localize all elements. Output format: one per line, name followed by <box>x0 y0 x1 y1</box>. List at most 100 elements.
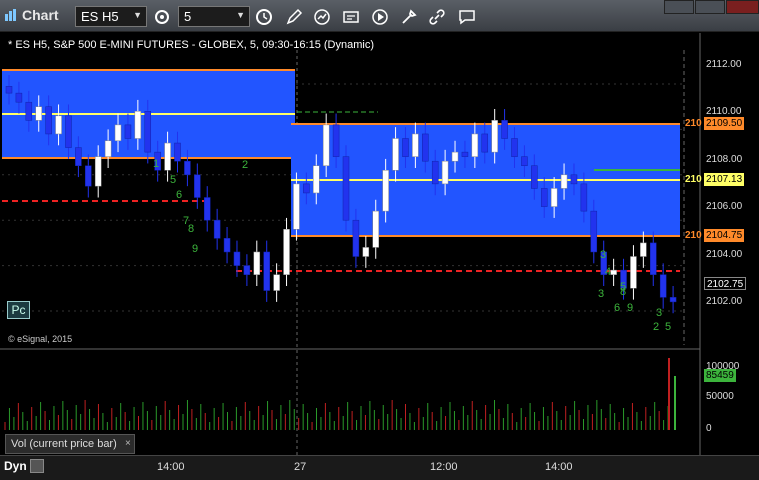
count-label: 8 <box>188 223 194 235</box>
candle-body <box>332 124 340 157</box>
volume-tick: 0 <box>706 423 712 434</box>
count-label: 1 <box>153 158 159 170</box>
upper-band-tag: 2109.50 <box>704 117 745 130</box>
price-tick: 2110.00 <box>706 106 742 117</box>
count-label: 6 <box>176 189 182 201</box>
candle-body <box>263 251 270 291</box>
lower-band-tag: 2104.75 <box>704 229 745 242</box>
last-price-tag: 2102.75 <box>704 277 747 290</box>
chart-app-icon <box>5 9 16 21</box>
candle-body <box>669 297 677 303</box>
candle-body <box>5 86 13 94</box>
close-icon[interactable]: × <box>125 438 131 449</box>
count-label: 8 <box>620 286 626 298</box>
candle-body <box>114 124 122 142</box>
candle-body <box>650 242 657 275</box>
candle-body <box>392 138 399 171</box>
interval-value: 5 <box>184 9 192 24</box>
symbol-combo[interactable]: ES H5 ▼ <box>75 6 147 27</box>
candle-body <box>243 265 251 275</box>
candle-body <box>144 111 152 153</box>
candle-body <box>590 210 598 253</box>
count-label: 3 <box>600 249 606 261</box>
candle-body <box>174 142 181 162</box>
candle-body <box>213 219 221 239</box>
candle-body <box>194 174 201 198</box>
candle-body <box>55 115 62 135</box>
candle-body <box>104 140 112 157</box>
candle-body <box>531 165 538 189</box>
pc-button[interactable]: Pc <box>7 301 30 319</box>
settings-icon[interactable] <box>151 6 173 27</box>
play-icon[interactable] <box>369 6 391 27</box>
candle-body <box>253 251 261 275</box>
volume-study-label[interactable]: Vol (current price bar) <box>5 434 135 454</box>
candle-body <box>659 274 667 298</box>
lock-icon[interactable] <box>30 459 44 473</box>
candle-body <box>124 124 132 139</box>
candle-body <box>85 165 92 187</box>
chevron-down-icon[interactable]: ▼ <box>133 10 142 20</box>
chevron-down-icon[interactable]: ▼ <box>236 10 245 20</box>
candle-body <box>451 151 459 162</box>
candle-body <box>570 174 578 185</box>
clock-icon[interactable] <box>253 6 275 27</box>
candle-body <box>560 174 568 189</box>
candle-body <box>501 120 508 139</box>
title-bar: Chart ES H5 ▼ 5 ▼ <box>0 0 759 32</box>
time-tick: 14:00 <box>157 461 185 473</box>
candle-body <box>15 92 23 103</box>
count-label: 2 <box>242 159 248 171</box>
count-label: 2 <box>653 321 659 333</box>
count-label: 3 <box>598 288 604 300</box>
count-label: 6 <box>614 302 620 314</box>
minimize-button[interactable] <box>695 0 725 14</box>
window-menu-button[interactable] <box>664 0 694 14</box>
refresh-icon[interactable] <box>311 6 333 27</box>
dynamic-label[interactable]: Dyn <box>4 459 27 473</box>
candle-body <box>184 160 191 176</box>
candle-body <box>630 256 637 289</box>
comment-icon[interactable] <box>456 6 478 27</box>
candle-body <box>75 147 82 166</box>
mid-prefix-label: 210 <box>685 174 702 185</box>
candle-body <box>203 197 211 221</box>
price-tick: 2112.00 <box>706 59 742 70</box>
candle-body <box>293 183 300 230</box>
candle-body <box>35 106 42 121</box>
candle-body <box>481 133 489 153</box>
candle-body <box>223 238 231 253</box>
candle-body <box>342 156 350 221</box>
count-label: 5 <box>665 321 671 333</box>
count-label: 5 <box>170 174 176 186</box>
volume-tag: 85459 <box>704 369 736 382</box>
time-tick: 14:00 <box>545 461 573 473</box>
candle-body <box>540 188 548 207</box>
candle-body <box>164 142 171 171</box>
count-label: 9 <box>192 243 198 255</box>
candle-body <box>303 183 310 194</box>
price-chart[interactable]: 15678923456 92 533 8 <box>0 33 759 455</box>
close-button[interactable] <box>726 0 759 14</box>
pencil-icon[interactable] <box>283 6 305 27</box>
candle-body <box>372 210 379 248</box>
mid-tag: 2107.13 <box>704 173 745 186</box>
time-axis-bar <box>0 455 759 480</box>
time-tick: 27 <box>294 461 307 473</box>
template-icon[interactable] <box>340 6 362 27</box>
price-tick: 2106.00 <box>706 201 743 212</box>
tools-icon[interactable] <box>398 6 420 27</box>
count-label: 9 <box>627 302 633 314</box>
interval-combo[interactable]: 5 ▼ <box>178 6 250 27</box>
candle-body <box>352 219 360 257</box>
candle-body <box>441 160 449 185</box>
link-icon[interactable] <box>426 6 448 27</box>
candle-body <box>322 124 330 166</box>
candle-body <box>610 269 617 275</box>
band-prefix-label: 210 <box>685 118 702 129</box>
candle-body <box>283 229 290 275</box>
candle-body <box>412 133 419 157</box>
candle-body <box>422 133 429 162</box>
time-tick: 12:00 <box>430 461 458 473</box>
candle-body <box>550 188 558 207</box>
